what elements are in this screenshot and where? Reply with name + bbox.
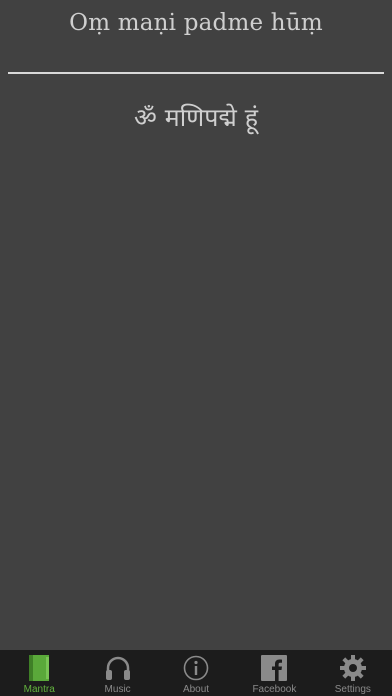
tab-bar: Mantra Music About Facebook Settings — [0, 650, 392, 696]
mantra-transliteration: Oṃ maṇi padme hūṃ — [69, 10, 323, 36]
facebook-icon — [259, 653, 289, 682]
tab-about-label: About — [182, 684, 210, 695]
tab-settings-label: Settings — [334, 684, 371, 695]
gear-icon — [338, 653, 368, 682]
tab-facebook-label: Facebook — [252, 684, 297, 695]
tab-music-label: Music — [104, 684, 131, 695]
book-icon — [24, 653, 54, 682]
tab-music[interactable]: Music — [78, 650, 156, 696]
mantra-devanagari: ॐ मणिपद्मे हूं — [134, 103, 258, 132]
tab-about[interactable]: About — [157, 650, 235, 696]
info-icon — [181, 653, 211, 682]
divider — [8, 72, 384, 74]
tab-mantra[interactable]: Mantra — [0, 650, 78, 696]
tab-facebook[interactable]: Facebook — [235, 650, 313, 696]
tab-mantra-label: Mantra — [23, 684, 55, 695]
mantra-screen: Oṃ maṇi padme hūṃ ॐ मणिपद्मे हूं — [0, 0, 392, 650]
tab-settings[interactable]: Settings — [314, 650, 392, 696]
headphones-icon — [103, 653, 133, 682]
